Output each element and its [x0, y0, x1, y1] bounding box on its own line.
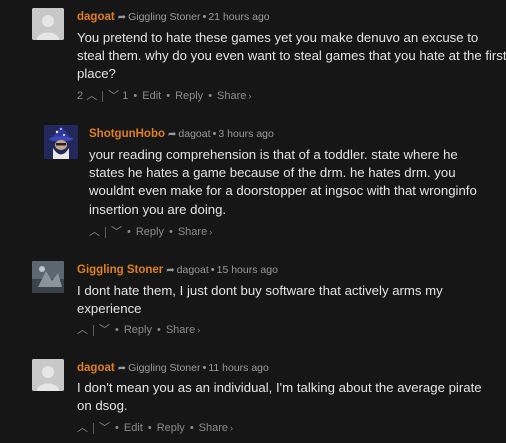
- reply-arrow-icon: ➦: [117, 363, 127, 374]
- reply-button[interactable]: Reply: [136, 226, 164, 238]
- photo-avatar-icon: [32, 261, 64, 293]
- reply-to-name[interactable]: dagoat: [177, 264, 209, 276]
- reply-button[interactable]: Reply: [124, 324, 152, 336]
- downvote-button[interactable]: ﹀: [111, 226, 122, 238]
- reply-arrow-icon: ➦: [166, 265, 175, 276]
- comment-body: I dont hate them, I just dont buy softwa…: [77, 283, 443, 317]
- chevron-up-icon: ︿: [77, 422, 88, 434]
- share-button[interactable]: Share ›: [166, 324, 200, 336]
- chevron-up-icon: ︿: [89, 226, 100, 238]
- author-name[interactable]: dagoat: [77, 362, 115, 374]
- wizard-avatar-icon: [44, 125, 78, 159]
- downvote-button[interactable]: ﹀ 1: [108, 90, 128, 102]
- chevron-down-icon: ﹀: [99, 324, 110, 336]
- timestamp[interactable]: 3 hours ago: [218, 128, 273, 140]
- edit-button[interactable]: Edit: [124, 422, 143, 434]
- author-name[interactable]: Giggling Stoner: [77, 264, 163, 276]
- avatar[interactable]: [32, 359, 64, 391]
- avatar[interactable]: [32, 261, 64, 293]
- chevron-right-icon: ›: [230, 423, 234, 433]
- timestamp[interactable]: 21 hours ago: [208, 11, 269, 23]
- upvote-button[interactable]: ︿: [77, 324, 88, 336]
- chevron-right-icon: ›: [209, 227, 213, 237]
- comment-header: ShotgunHobo ➦ dagoat • 3 hours ago: [89, 128, 274, 140]
- avatar[interactable]: [44, 125, 78, 159]
- reply-to-name[interactable]: Giggling Stoner: [128, 362, 200, 374]
- author-name[interactable]: dagoat: [77, 11, 115, 23]
- comment-footer: ︿ ﹀ • Edit • Reply • Share ›: [77, 422, 234, 434]
- comment-body: I don't mean you as an individual, I'm t…: [77, 380, 482, 414]
- chevron-down-icon: ﹀: [99, 422, 110, 434]
- chevron-down-icon: ﹀: [111, 226, 122, 238]
- upvote-count: 2: [77, 90, 84, 102]
- reply-button[interactable]: Reply: [157, 422, 185, 434]
- comment-footer: ︿ ﹀ • Reply • Share ›: [77, 324, 201, 336]
- chevron-right-icon: ›: [197, 325, 201, 335]
- reply-to-name[interactable]: Giggling Stoner: [128, 11, 200, 23]
- chevron-right-icon: ›: [248, 91, 252, 101]
- edit-button[interactable]: Edit: [142, 90, 161, 102]
- author-name[interactable]: ShotgunHobo: [89, 128, 165, 140]
- chevron-down-icon: ﹀: [108, 90, 120, 102]
- downvote-count: 1: [122, 90, 129, 102]
- chevron-up-icon: ︿: [77, 324, 88, 336]
- comment-header: dagoat ➦ Giggling Stoner • 21 hours ago: [77, 11, 270, 23]
- reply-button[interactable]: Reply: [175, 90, 203, 102]
- upvote-button[interactable]: 2 ︿: [77, 90, 97, 102]
- default-user-icon: [32, 359, 64, 391]
- reply-to-name[interactable]: dagoat: [178, 128, 210, 140]
- comment-header: dagoat ➦ Giggling Stoner • 11 hours ago: [77, 362, 269, 374]
- comment-body: You pretend to hate these games yet you …: [77, 30, 506, 82]
- share-button[interactable]: Share ›: [217, 90, 251, 102]
- timestamp[interactable]: 11 hours ago: [208, 362, 269, 374]
- share-button[interactable]: Share ›: [199, 422, 233, 434]
- upvote-button[interactable]: ︿: [77, 422, 88, 434]
- reply-arrow-icon: ➦: [168, 129, 177, 140]
- avatar[interactable]: [32, 8, 64, 40]
- reply-arrow-icon: ➦: [117, 12, 127, 23]
- timestamp[interactable]: 15 hours ago: [217, 264, 278, 276]
- upvote-button[interactable]: ︿: [89, 226, 100, 238]
- downvote-button[interactable]: ﹀: [99, 422, 110, 434]
- comment-footer: ︿ ﹀ • Reply • Share ›: [89, 226, 213, 238]
- comment-body: your reading comprehension is that of a …: [89, 147, 477, 217]
- chevron-up-icon: ︿: [86, 90, 98, 102]
- comment-footer: 2 ︿ ﹀ 1 • Edit • Reply • Share ›: [77, 90, 252, 102]
- downvote-button[interactable]: ﹀: [99, 324, 110, 336]
- comment-header: Giggling Stoner ➦ dagoat • 15 hours ago: [77, 264, 278, 276]
- share-button[interactable]: Share ›: [178, 226, 212, 238]
- default-user-icon: [32, 8, 64, 40]
